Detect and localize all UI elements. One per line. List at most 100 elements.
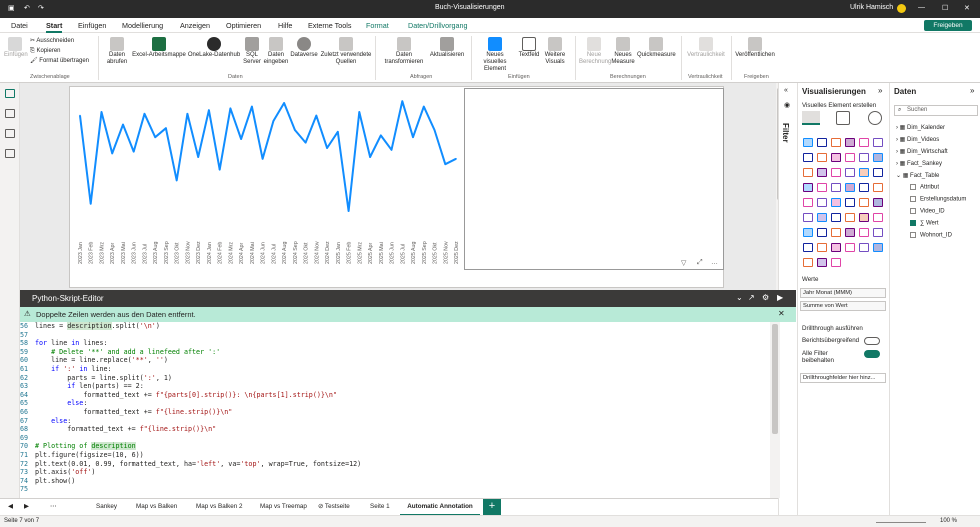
visual-type-icon[interactable] [831,258,841,267]
data-point[interactable] [154,136,156,138]
collapse-data-icon[interactable]: » [970,86,974,95]
field-item[interactable]: Attribut [910,184,939,191]
redo-icon[interactable]: ↷ [38,4,44,12]
code-line[interactable]: 63 if len(parts) == 2: [20,382,770,391]
data-point[interactable] [304,141,307,144]
code-line[interactable]: 60 line = line.replace('**', '') [20,356,770,365]
sensitivity-button[interactable]: Vertraulichkeit [686,37,726,59]
visual-type-icon[interactable] [859,183,869,192]
code-line[interactable]: 66 formatted_text += f"{line.strip()}\n" [20,408,770,417]
visual-type-icon[interactable] [859,198,869,207]
data-point[interactable] [89,203,92,205]
menu-optimieren[interactable]: Optimieren [226,21,261,30]
minimize-icon[interactable]: — [918,4,925,11]
visual-type-icon[interactable] [845,168,855,177]
publish-button[interactable]: Veröffentlichen [734,37,776,59]
enter-data-button[interactable]: Daten eingeben [263,37,289,66]
code-line[interactable]: 56 lines = description.split('\n') [20,322,770,331]
data-point[interactable] [197,156,199,158]
data-point[interactable] [315,114,318,117]
data-point[interactable] [218,168,221,171]
data-point[interactable] [261,158,264,160]
code-line[interactable]: 58 for line in lines: [20,339,770,348]
visual-type-icon[interactable] [831,183,841,192]
drillthrough-drop-zone[interactable]: Drillthroughfelder hier hinz... [800,373,886,383]
tab-map-vs-balken[interactable]: Map vs Balken [136,503,177,510]
visual-type-icon[interactable] [873,213,883,222]
data-point[interactable] [132,150,135,153]
focus-mode-icon[interactable]: ⤢ [697,259,703,267]
maximize-icon[interactable]: ☐ [942,4,948,12]
menu-datei[interactable]: Datei [11,21,28,30]
visual-type-icon[interactable] [873,168,883,177]
data-point[interactable] [294,129,296,131]
new-calculation-button[interactable]: Neue Berechnung [579,37,611,66]
menu-start[interactable]: Start [46,21,63,33]
open-external-icon[interactable]: ↗ [748,293,755,302]
sql-button[interactable]: SQL Server [242,37,262,66]
textbox-button[interactable]: Textfeld [516,37,542,59]
visual-type-icon[interactable] [817,138,827,147]
menu-externe-tools[interactable]: Externe Tools [308,21,351,30]
dataverse-button[interactable]: Dataverse [289,37,319,59]
line-chart[interactable]: 2023 Jan 2023 Feb 2023 Mrz 2023 Apr 2023 Mai… [72,88,464,268]
code-scrollbar[interactable] [770,322,780,498]
menu-anzeigen[interactable]: Anzeigen [180,21,210,30]
data-point[interactable] [79,114,81,117]
visual-type-icon[interactable] [873,138,883,147]
code-line[interactable]: 69 [20,434,770,443]
data-point[interactable] [272,120,275,122]
code-line[interactable]: 61 if ':' in line: [20,365,770,374]
visual-type-icon[interactable] [873,153,883,162]
visual-type-icon[interactable] [845,153,855,162]
menu-einfuegen[interactable]: Einfügen [78,21,106,30]
visual-type-icon[interactable] [845,228,855,237]
table-node[interactable]: › ▦ Fact_Sankey [896,160,942,167]
visual-type-icon[interactable] [845,243,855,252]
table-node[interactable]: ⌄ ▦ Fact_Table [896,172,939,179]
more-options-icon[interactable]: … [711,259,718,266]
get-data-button[interactable]: Daten abrufen [102,37,132,66]
data-point[interactable] [433,129,436,131]
quick-measure-button[interactable]: Quickmeasure [637,37,676,59]
field-checkbox[interactable] [910,196,916,202]
new-measure-button[interactable]: Neues Measure [609,37,637,66]
nav-next-icon[interactable]: ▶ [24,503,29,510]
visual-type-icon[interactable] [803,168,813,177]
tabs-menu-icon[interactable]: ⋯ [50,503,56,510]
code-editor[interactable]: 56 lines = description.split('\n') 57 58 for… [20,322,770,498]
onelake-button[interactable]: OneLake-Datenhub [187,37,241,59]
settings-icon[interactable]: ⚙ [762,293,769,302]
field-item[interactable]: Wohnort_ID [910,232,952,239]
visual-type-icon[interactable] [803,213,813,222]
menu-daten-drill[interactable]: Daten/Drillvorgang [408,21,468,30]
visual-type-icon[interactable] [831,228,841,237]
field-well-jahr-monat[interactable]: Jahr Monat (MMM) [800,288,886,298]
cross-report-toggle[interactable] [864,337,880,345]
format-painter-button[interactable]: 🖌 Format übertragen [30,58,89,65]
data-point[interactable] [337,131,339,133]
recent-sources-button[interactable]: Zuletzt verwendete Quellen [319,37,373,66]
eye-icon[interactable]: ◉ [784,101,790,109]
tab-map-vs-balken-2[interactable]: Map vs Balken 2 [196,503,243,510]
build-visual-tab[interactable] [802,111,820,125]
visual-type-icon[interactable] [803,138,813,147]
visual-type-icon[interactable] [817,243,827,252]
visual-type-icon[interactable] [803,183,813,192]
field-item[interactable]: Erstellungsdatum [910,196,966,203]
visual-type-icon[interactable] [817,213,827,222]
field-item[interactable]: ∑ Wert [910,220,939,227]
field-checkbox[interactable] [910,220,916,226]
visual-type-icon[interactable] [859,228,869,237]
code-line[interactable]: 57 [20,331,770,340]
table-view-icon[interactable] [5,109,15,118]
data-point[interactable] [390,149,393,151]
menu-format[interactable]: Format [366,21,389,30]
code-line[interactable]: 71 plt.figure(figsize=(10, 6)) [20,451,770,460]
excel-button[interactable]: Excel-Arbeitsmappe [132,37,186,59]
data-point[interactable] [208,109,210,111]
data-point[interactable] [111,152,114,155]
data-point[interactable] [240,138,242,140]
visual-type-icon[interactable] [845,198,855,207]
visual-type-icon[interactable] [859,138,869,147]
